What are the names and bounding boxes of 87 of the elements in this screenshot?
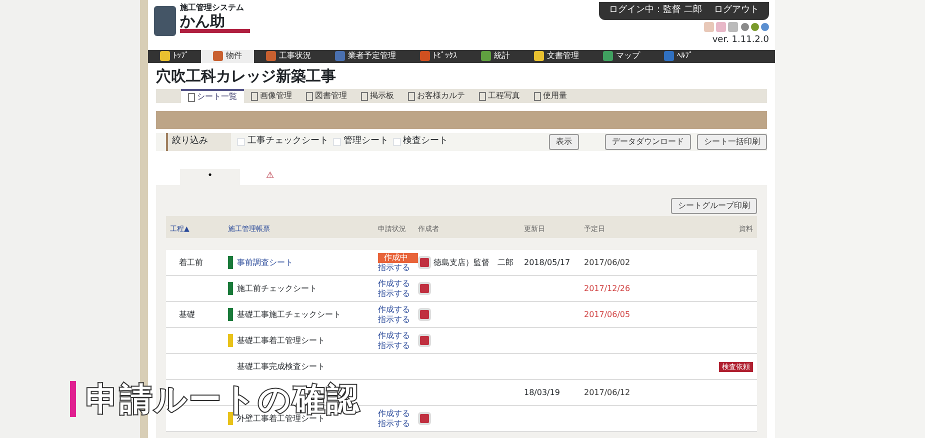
action-link[interactable]: 作成する	[378, 408, 418, 418]
nav-tab[interactable]: 工事状況	[254, 50, 323, 63]
nav-icon	[420, 51, 430, 62]
logo-text: かん助	[180, 14, 226, 29]
nav-icon	[664, 51, 674, 62]
nav-icon	[160, 51, 170, 62]
nav-icon	[266, 51, 276, 62]
sub-tab[interactable]: 画像管理	[244, 89, 299, 104]
action-link[interactable]: 指示する	[378, 418, 418, 428]
sheet-name[interactable]: 施工前チェックシート	[237, 282, 317, 294]
avatar-icon	[716, 22, 726, 32]
group-print-button[interactable]: シートグループ印刷	[671, 198, 757, 214]
show-button[interactable]: 表示	[549, 134, 579, 150]
avatar-icon	[704, 22, 714, 32]
document-icon	[408, 92, 415, 101]
due-cell-text: 2017/06/02	[584, 256, 632, 268]
action-link[interactable]: 指示する	[378, 314, 418, 324]
filter-checkbox[interactable]	[237, 138, 246, 146]
checkbox-label[interactable]: 検査シート	[403, 135, 448, 149]
document-icon	[306, 92, 313, 101]
nav-tab[interactable]: ﾄﾋﾟｯｸｽ	[408, 50, 469, 63]
author-cell: 徳島支店）監督 二郎	[433, 256, 514, 268]
caption-bar	[70, 381, 76, 417]
download-button[interactable]: データダウンロード	[605, 134, 691, 150]
document-icon	[188, 92, 195, 102]
nav-tab[interactable]: 業者予定管理	[323, 50, 408, 63]
nav-icon	[481, 51, 491, 62]
phase-cell-text: 基礎	[178, 308, 196, 320]
document-icon	[479, 92, 486, 101]
due-cell-text: 2017/06/12	[584, 386, 632, 398]
phone-icon	[154, 6, 176, 36]
document-icon	[534, 92, 541, 101]
pdf-icon[interactable]	[418, 256, 431, 269]
document-icon	[251, 92, 258, 101]
phase-cell-text: 着工前	[178, 256, 204, 268]
action-link[interactable]: 作成する	[378, 304, 418, 314]
sheet-name[interactable]: 基礎工事着工管理シート	[237, 334, 325, 346]
pdf-icon[interactable]	[418, 282, 431, 295]
checkbox-label[interactable]: 管理シート	[343, 135, 388, 149]
nav-tab[interactable]: ﾍﾙﾌﾟ	[652, 50, 705, 63]
project-title: 穴吹工科カレッジ新築工事	[155, 66, 337, 87]
due-cell-text: 2017/06/05	[584, 308, 632, 320]
login-status: ログイン中：監督 二郎	[609, 4, 702, 17]
updated-cell-text: 2018/05/17	[524, 256, 572, 268]
filter-checkbox[interactable]	[392, 138, 401, 146]
nav-tab[interactable]: 統計	[469, 50, 522, 63]
action-link[interactable]: 作成する	[378, 278, 418, 288]
sheet-name[interactable]: 基礎工事完成検査シート	[237, 360, 325, 372]
checkbox-label[interactable]: 工事チェックシート	[248, 135, 328, 149]
action-link[interactable]: 指示する	[378, 262, 418, 272]
sub-tab[interactable]: 工程写真	[472, 89, 527, 104]
action-link[interactable]: 作成する	[378, 330, 418, 340]
due-cell-text: 2017/12/26	[584, 282, 632, 294]
action-link[interactable]: 指示する	[378, 340, 418, 350]
document-icon	[361, 92, 368, 101]
nav-icon	[335, 51, 345, 62]
logout-link[interactable]: ログアウト	[714, 4, 759, 18]
system-name: 施工管理システム	[180, 2, 245, 13]
pdf-icon[interactable]	[418, 412, 431, 425]
version-text: ver. 1.11.2.0	[712, 34, 769, 47]
filter-checkbox[interactable]	[333, 138, 341, 146]
logo-bar	[180, 29, 250, 33]
sheet-name[interactable]: 事前調査シート	[237, 256, 293, 268]
action-link[interactable]: 指示する	[378, 288, 418, 298]
pdf-icon[interactable]	[418, 334, 431, 347]
status-dot[interactable]	[740, 22, 748, 31]
nav-icon	[603, 51, 613, 62]
caption-text: 申請ルートの確認	[86, 383, 361, 415]
sub-tab[interactable]: シート一覧	[181, 89, 244, 104]
nav-tab[interactable]: 物件	[201, 50, 254, 63]
nav-tab[interactable]: 文書管理	[522, 50, 591, 63]
status-dot[interactable]	[761, 22, 769, 31]
sub-tab[interactable]: 図書管理	[299, 89, 354, 104]
nav-tab[interactable]: ﾄｯﾌﾟ	[148, 50, 201, 63]
filter-label: 絞り込み	[166, 133, 232, 151]
nav-tab[interactable]: マップ	[591, 50, 652, 63]
pdf-icon[interactable]	[418, 308, 431, 321]
nav-icon	[213, 51, 223, 62]
bulk-print-button[interactable]: シート一括印刷	[697, 134, 767, 150]
sub-tab[interactable]: 掲示板	[354, 89, 401, 104]
sub-tab[interactable]: お客様カルテ	[401, 89, 472, 104]
sheet-name[interactable]: 基礎工事施工チェックシート	[237, 308, 341, 320]
sub-tab[interactable]: 使用量	[527, 89, 574, 104]
nav-icon	[534, 51, 544, 62]
group-tab[interactable]: •	[180, 169, 240, 185]
updated-cell-text: 18/03/19	[524, 386, 561, 398]
status-dot[interactable]	[750, 22, 759, 31]
